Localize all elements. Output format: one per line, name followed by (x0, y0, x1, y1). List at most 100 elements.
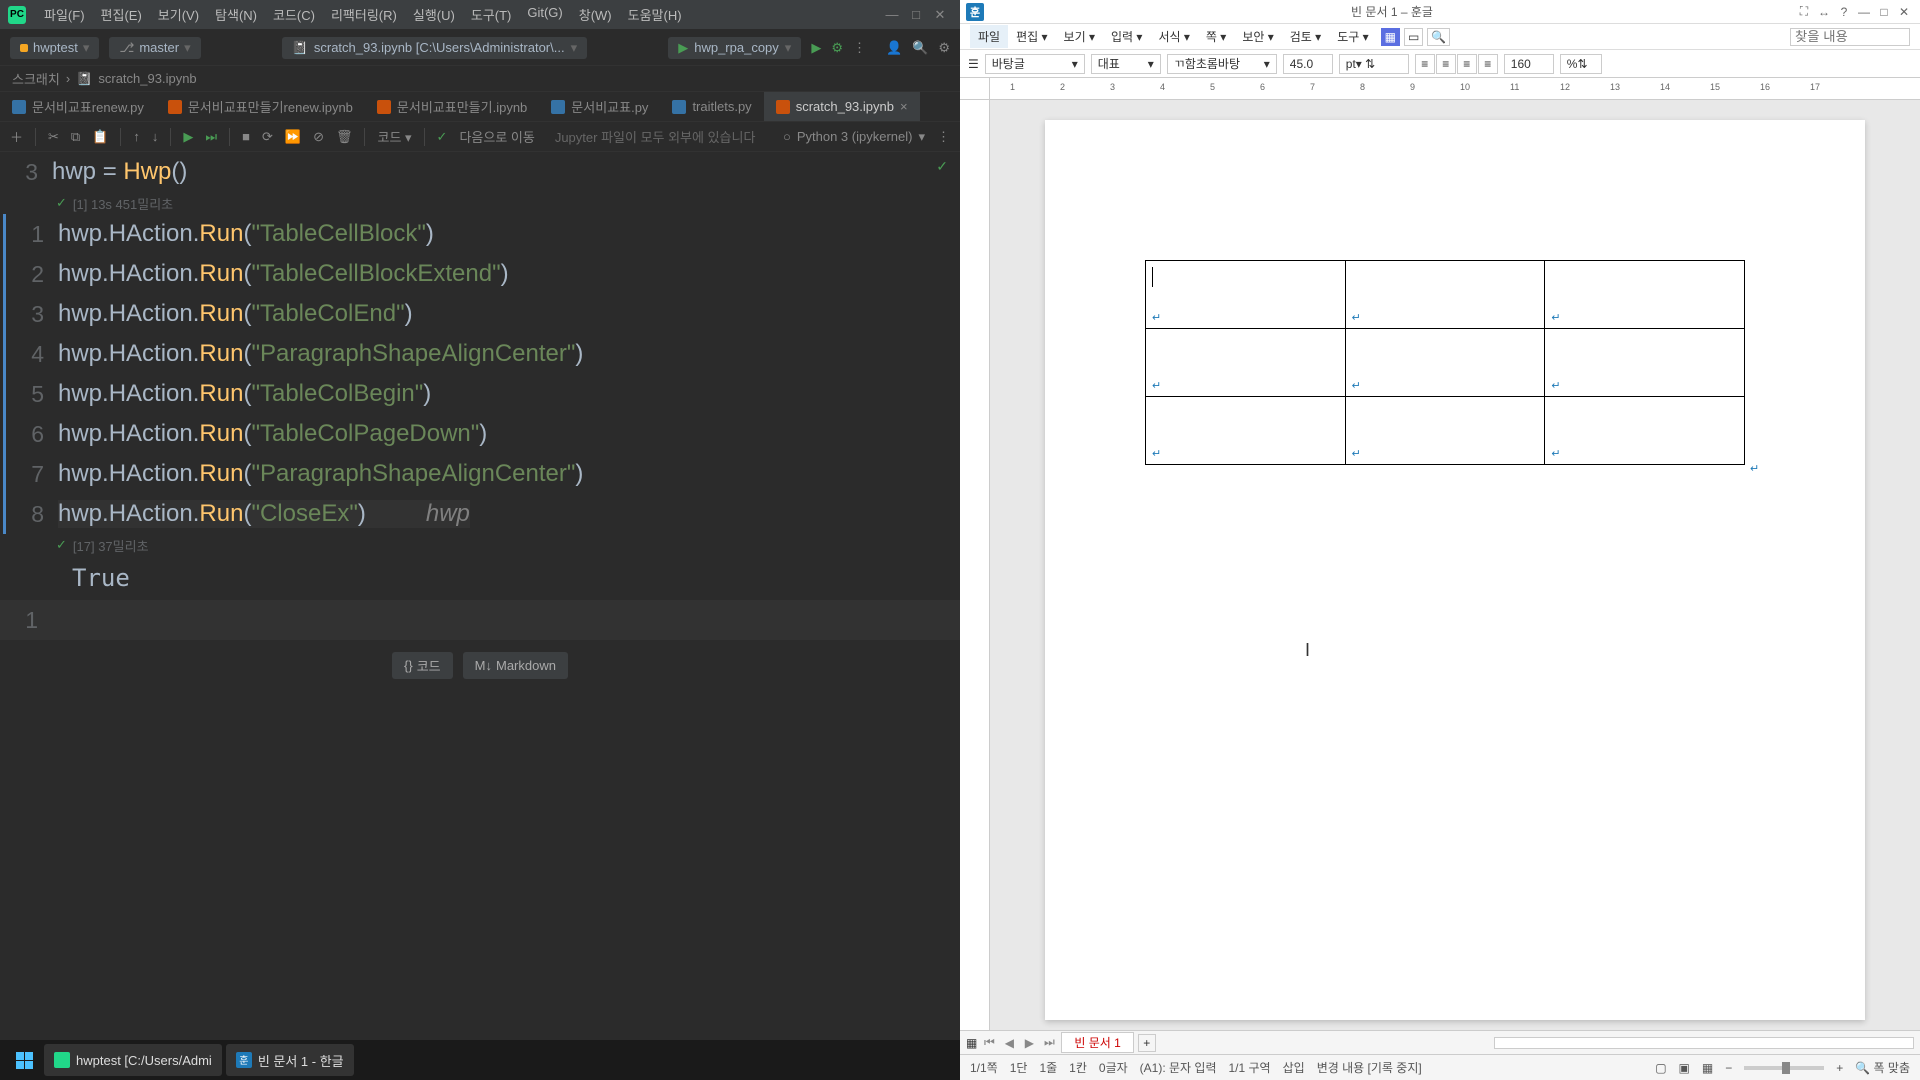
tab-last-icon[interactable]: ⏭ (1041, 1035, 1057, 1050)
restart-run-icon[interactable]: ⏩ (285, 129, 301, 145)
hwp-menu-item[interactable]: 검토 ▾ (1282, 25, 1329, 48)
zoom-fit[interactable]: 🔍 폭 맞춤 (1855, 1059, 1910, 1076)
run-all-icon[interactable]: ⏭ (205, 129, 217, 145)
cell-2[interactable]: 1hwp.HAction.Run("TableCellBlock")2hwp.H… (3, 214, 960, 534)
cut-icon[interactable]: ✂ (48, 129, 59, 145)
project-selector[interactable]: hwptest▾ (10, 37, 99, 59)
debug-icon[interactable]: ⚙ (831, 40, 843, 56)
view-icon-2[interactable]: ▣ (1679, 1061, 1690, 1075)
editor-tab[interactable]: 문서비교표.py (539, 92, 660, 121)
hwp-page[interactable]: ↵↵↵ ↵↵↵ ↵↵↵ ↵ I (1045, 120, 1865, 1020)
font-selector[interactable]: ㄲ 함초롬바탕▾ (1167, 54, 1277, 74)
branch-selector[interactable]: ⎇master▾ (109, 37, 200, 59)
editor-tab[interactable]: scratch_93.ipynb × (764, 92, 920, 121)
document-table[interactable]: ↵↵↵ ↵↵↵ ↵↵↵ (1145, 260, 1745, 465)
hwp-help-icon[interactable]: ? (1834, 5, 1854, 19)
code-editor[interactable]: ✓ 3 hwp = Hwp() ✓[1] 13s 451밀리초 1hwp.HAc… (0, 152, 960, 1054)
menu-item[interactable]: 탐색(N) (207, 5, 265, 24)
tab-grid-icon[interactable]: ▦ (966, 1036, 977, 1050)
outline-icon[interactable]: ☰ (968, 57, 979, 71)
add-markdown-button[interactable]: M↓Markdown (463, 652, 568, 679)
hwp-menu-item[interactable]: 편집 ▾ (1008, 25, 1055, 48)
interrupt-icon[interactable]: ⊘ (313, 129, 324, 145)
tab-prev-icon[interactable]: ◀ (1001, 1036, 1017, 1050)
face-selector[interactable]: 대표▾ (1091, 54, 1161, 74)
menu-item[interactable]: 파일(F) (36, 5, 93, 24)
zoom-out-icon[interactable]: − (1725, 1061, 1732, 1075)
zoom-icon[interactable]: 🔍 (1427, 28, 1450, 46)
align-center-icon[interactable]: ≡ (1436, 54, 1456, 74)
hwp-menu-item[interactable]: 보안 ▾ (1234, 25, 1281, 48)
taskbar-pycharm[interactable]: hwptest [C:/Users/Admi (44, 1044, 222, 1076)
paste-icon[interactable]: 📋 (92, 129, 108, 145)
status-mode[interactable]: 삽입 (1283, 1059, 1305, 1076)
toolbar-overflow-icon[interactable]: ⋮ (937, 129, 950, 145)
hwp-close-icon[interactable]: ✕ (1894, 5, 1914, 19)
taskbar-hwp[interactable]: 훈빈 문서 1 - 한글 (226, 1044, 354, 1076)
menu-item[interactable]: 창(W) (571, 5, 620, 24)
status-track[interactable]: 변경 내용 [기록 중지] (1317, 1059, 1422, 1076)
next-button[interactable]: 다음으로 이동 (459, 127, 534, 146)
hwp-maximize-icon[interactable]: □ (1874, 5, 1894, 19)
breadcrumb-root[interactable]: 스크래치 (12, 69, 60, 88)
line-spacing-unit[interactable]: % ⇅ (1560, 54, 1602, 74)
hwp-menu-item[interactable]: 도구 ▾ (1329, 25, 1376, 48)
cell-type-selector[interactable]: 코드 ▾ (377, 127, 411, 146)
tab-first-icon[interactable]: ⏮ (981, 1035, 997, 1050)
menu-item[interactable]: 도구(T) (463, 5, 520, 24)
zoom-in-icon[interactable]: + (1836, 1061, 1843, 1075)
add-cell-icon[interactable]: ＋ (10, 127, 23, 146)
cell-3-empty[interactable]: 1 (0, 600, 960, 640)
add-code-button[interactable]: {} 코드 (392, 652, 453, 679)
settings-icon[interactable]: ⚙ (938, 40, 950, 56)
view-icon-3[interactable]: ▦ (1702, 1061, 1713, 1075)
menu-item[interactable]: 리팩터링(R) (323, 5, 405, 24)
tab-next-icon[interactable]: ▶ (1021, 1036, 1037, 1050)
more-icon[interactable]: ⋮ (853, 40, 866, 56)
highlight-tool-icon[interactable]: ▦ (1381, 28, 1400, 46)
run-target[interactable]: 📓scratch_93.ipynb [C:\Users\Administrato… (282, 37, 587, 59)
menu-item[interactable]: 코드(C) (265, 5, 323, 24)
run-cell-icon[interactable]: ▶ (183, 129, 193, 145)
kernel-selector[interactable]: ○ Python 3 (ipykernel) ▾ (783, 129, 925, 145)
account-icon[interactable]: 👤 (886, 40, 902, 56)
stop-icon[interactable]: ■ (242, 129, 250, 144)
menu-item[interactable]: 실행(U) (405, 5, 463, 24)
maximize-icon[interactable]: □ (904, 7, 928, 22)
align-justify-icon[interactable]: ≡ (1478, 54, 1498, 74)
minimize-icon[interactable]: — (880, 7, 904, 22)
hwp-page-area[interactable]: ↵↵↵ ↵↵↵ ↵↵↵ ↵ I (990, 100, 1920, 1030)
style-selector[interactable]: 바탕글▾ (985, 54, 1085, 74)
view-mode-icon[interactable]: ▭ (1404, 28, 1423, 46)
hwp-search-input[interactable] (1790, 28, 1910, 46)
view-icon-1[interactable]: ▢ (1655, 1061, 1666, 1075)
hwp-menu-item[interactable]: 입력 ▾ (1103, 25, 1150, 48)
menu-item[interactable]: 도움말(H) (620, 5, 690, 24)
copy-icon[interactable]: ⧉ (71, 129, 80, 145)
doc-tab[interactable]: 빈 문서 1 (1061, 1032, 1133, 1053)
editor-tab[interactable]: traitlets.py (660, 92, 763, 121)
font-size-input[interactable]: 45.0 (1283, 54, 1333, 74)
restart-icon[interactable]: ⟳ (262, 129, 273, 145)
menu-item[interactable]: 보기(V) (150, 5, 207, 24)
hwp-menu-item[interactable]: 쪽 ▾ (1198, 25, 1234, 48)
cell-1[interactable]: 3 hwp = Hwp() ✓[1] 13s 451밀리초 (0, 152, 960, 214)
start-button[interactable] (8, 1044, 40, 1076)
search-icon[interactable]: 🔍 (912, 40, 928, 56)
editor-tab[interactable]: 문서비교표만들기renew.ipynb (156, 92, 365, 121)
editor-tab[interactable]: 문서비교표만들기.ipynb (365, 92, 539, 121)
hwp-menu-item[interactable]: 파일 (970, 25, 1008, 48)
font-unit[interactable]: pt ▾ ⇅ (1339, 54, 1409, 74)
hscrollbar[interactable] (1494, 1037, 1914, 1049)
menu-item[interactable]: Git(G) (519, 5, 570, 24)
hwp-minimize-icon[interactable]: — (1854, 5, 1874, 19)
clear-icon[interactable]: 🗑 (336, 129, 353, 145)
line-spacing-input[interactable]: 160 (1504, 54, 1554, 74)
menu-item[interactable]: 편집(E) (93, 5, 150, 24)
zoom-slider[interactable] (1744, 1066, 1824, 1070)
editor-tab[interactable]: 문서비교표renew.py (0, 92, 156, 121)
align-left-icon[interactable]: ≡ (1415, 54, 1435, 74)
move-down-icon[interactable]: ↓ (152, 129, 159, 144)
hwp-menu-item[interactable]: 보기 ▾ (1056, 25, 1103, 48)
hwp-more-icon[interactable]: ↔ (1814, 5, 1834, 19)
